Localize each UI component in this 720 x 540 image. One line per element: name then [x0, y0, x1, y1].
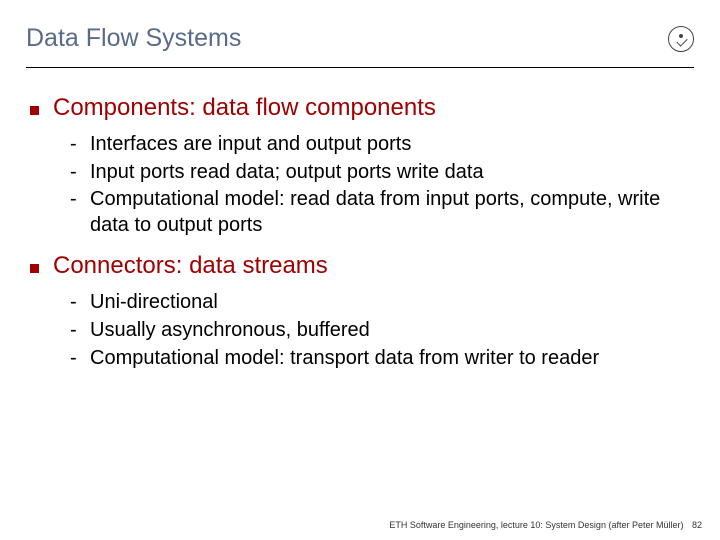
item-text: Computational model: read data from inpu… — [90, 187, 694, 238]
item-text: Uni-directional — [90, 290, 694, 316]
list-item: - Computational model: read data from in… — [70, 187, 694, 238]
section-connectors: Connectors: data streams - Uni-direction… — [30, 252, 694, 371]
section-heading: Connectors: data streams — [30, 252, 694, 280]
section-heading: Components: data flow components — [30, 94, 694, 122]
item-text: Input ports read data; output ports writ… — [90, 160, 694, 186]
item-text: Interfaces are input and output ports — [90, 132, 694, 158]
dash-bullet-icon: - — [70, 346, 90, 372]
slide-header: Data Flow Systems — [26, 24, 694, 68]
dash-bullet-icon: - — [70, 187, 90, 213]
slide-footer: ETH Software Engineering, lecture 10: Sy… — [389, 520, 702, 530]
list-item: - Interfaces are input and output ports — [70, 132, 694, 158]
section-items: - Uni-directional - Usually asynchronous… — [30, 290, 694, 371]
item-text: Computational model: transport data from… — [90, 346, 694, 372]
page-number: 82 — [692, 520, 702, 530]
square-bullet-icon — [30, 106, 39, 115]
section-title: Components: data flow components — [53, 94, 436, 122]
dash-bullet-icon: - — [70, 132, 90, 158]
footer-text: ETH Software Engineering, lecture 10: Sy… — [389, 520, 683, 530]
slide-title: Data Flow Systems — [26, 24, 241, 53]
slide: Data Flow Systems Components: data flow … — [0, 0, 720, 371]
slide-content: Components: data flow components - Inter… — [26, 94, 694, 371]
list-item: - Computational model: transport data fr… — [70, 346, 694, 372]
square-bullet-icon — [30, 264, 39, 273]
dash-bullet-icon: - — [70, 290, 90, 316]
item-text: Usually asynchronous, buffered — [90, 318, 694, 344]
list-item: - Usually asynchronous, buffered — [70, 318, 694, 344]
section-title: Connectors: data streams — [53, 252, 328, 280]
section-components: Components: data flow components - Inter… — [30, 94, 694, 238]
list-item: - Uni-directional — [70, 290, 694, 316]
list-item: - Input ports read data; output ports wr… — [70, 160, 694, 186]
section-items: - Interfaces are input and output ports … — [30, 132, 694, 238]
logo-icon — [668, 26, 694, 52]
dash-bullet-icon: - — [70, 318, 90, 344]
dash-bullet-icon: - — [70, 160, 90, 186]
